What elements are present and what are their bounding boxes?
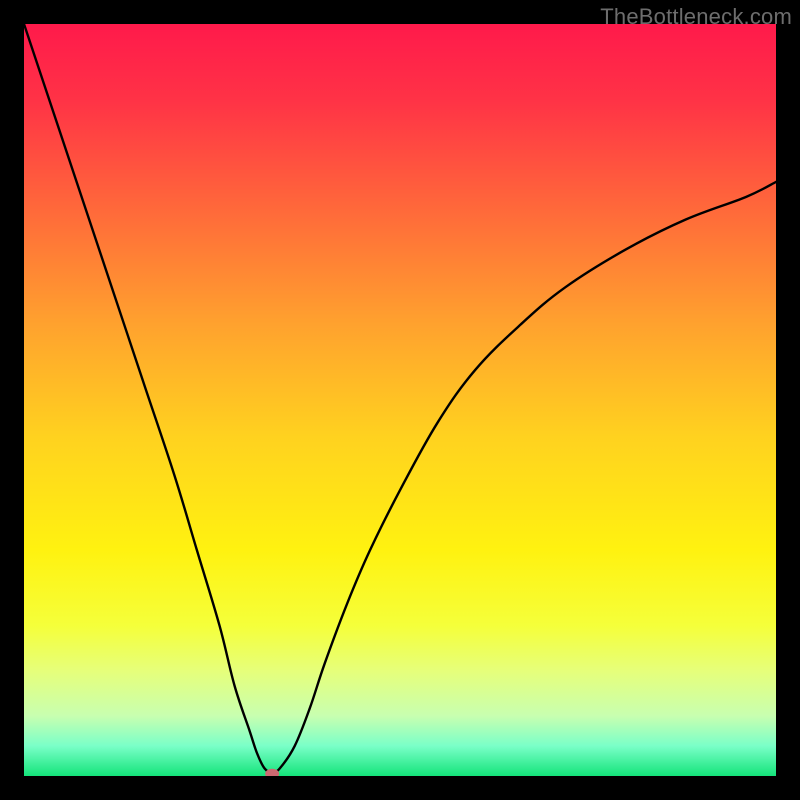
gradient-background <box>24 24 776 776</box>
plot-area <box>24 24 776 776</box>
chart-frame: TheBottleneck.com <box>0 0 800 800</box>
chart-svg <box>24 24 776 776</box>
